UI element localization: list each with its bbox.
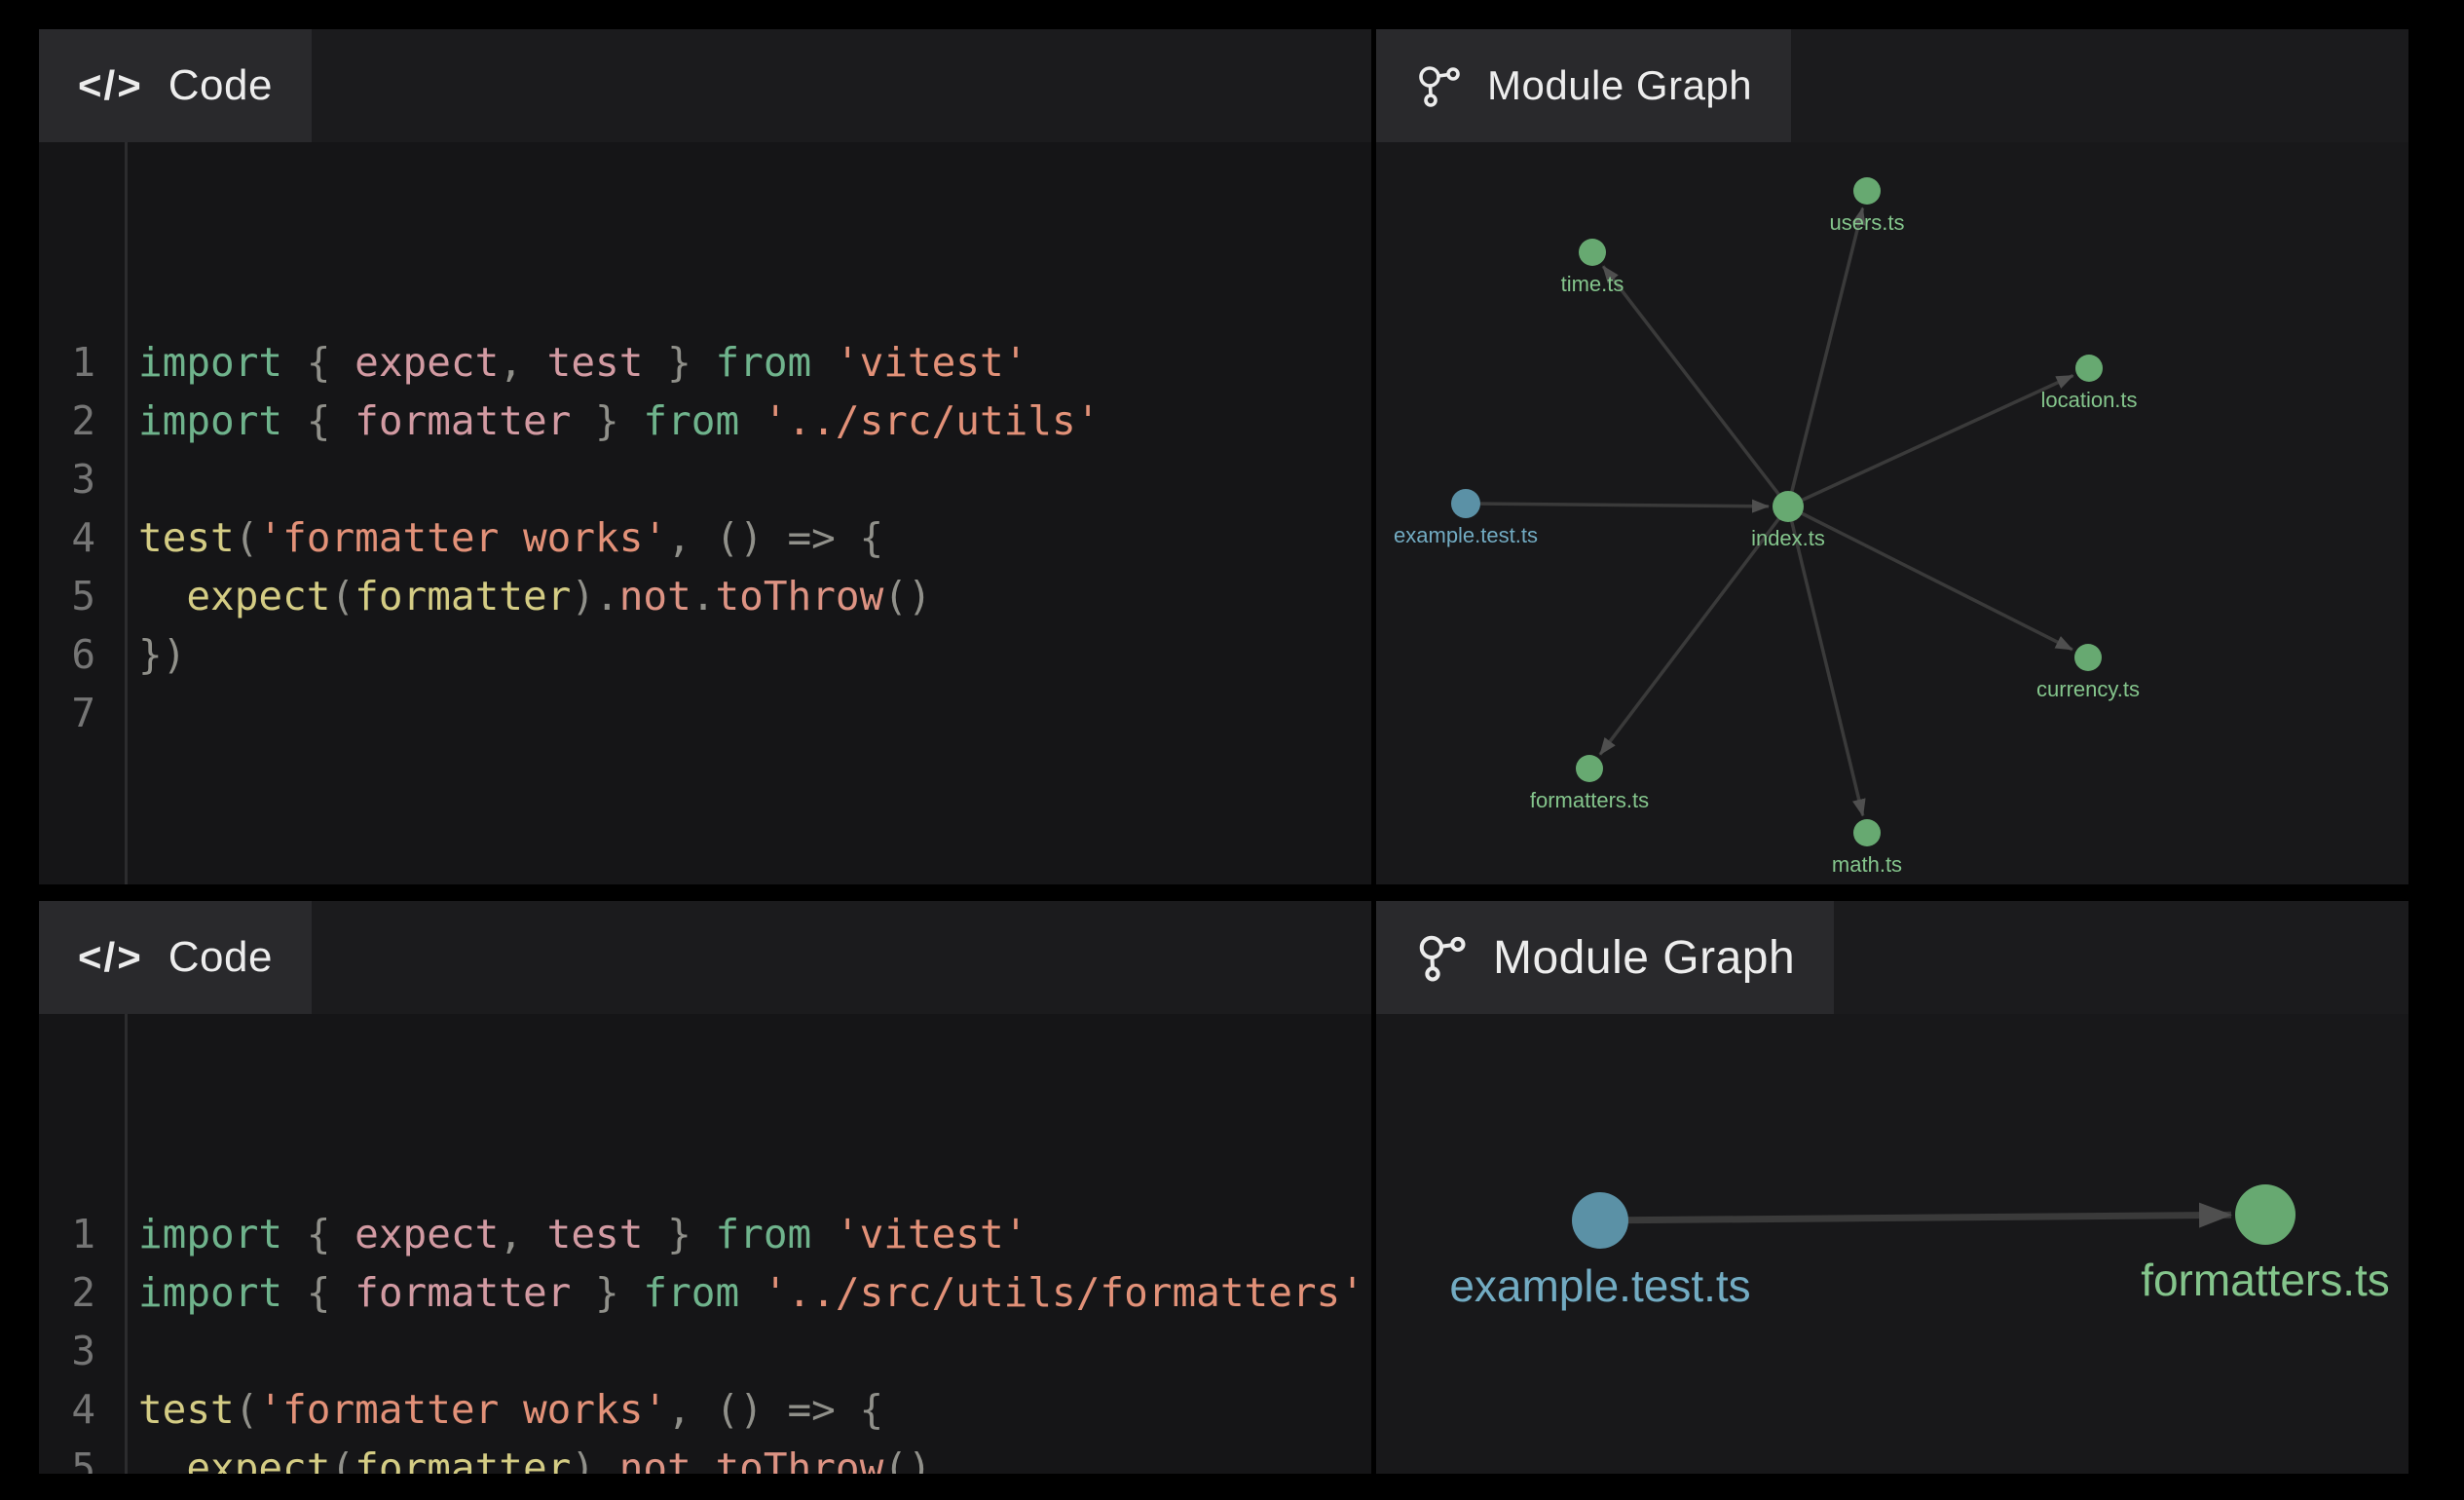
graph-node-currency-ts[interactable] xyxy=(2074,644,2102,671)
graph-node-label: math.ts xyxy=(1832,852,1902,877)
module-graph-panel-top: Module Graph users.ts time.ts location.ts e… xyxy=(1376,29,2408,884)
graph-node-label: formatters.ts xyxy=(1530,788,1649,812)
code-panel-top-header: </> Code xyxy=(39,29,1371,142)
graph-node-label: location.ts xyxy=(2040,388,2137,412)
graph-edge xyxy=(1788,376,2073,506)
graph-node-example-test-ts[interactable] xyxy=(1451,489,1480,518)
line-number: 5 xyxy=(39,1439,115,1474)
line-number: 2 xyxy=(39,1263,115,1322)
graph-node-location-ts[interactable] xyxy=(2075,355,2103,382)
line-number: 2 xyxy=(39,392,115,450)
tab-module-graph-bottom[interactable]: Module Graph xyxy=(1376,901,1834,1014)
graph-edge xyxy=(1603,266,1788,506)
gutter-separator xyxy=(125,142,128,884)
graph-edge xyxy=(1466,504,1769,506)
code-line-content: expect(formatter).not.toThrow() xyxy=(115,567,932,625)
graph-node-formatters-ts[interactable] xyxy=(1576,755,1603,782)
module-graph-title: Module Graph xyxy=(1487,62,1752,109)
graph-node-label: index.ts xyxy=(1751,526,1825,550)
line-number: 3 xyxy=(39,450,115,508)
line-number: 6 xyxy=(39,625,115,684)
graph-node-label: users.ts xyxy=(1829,210,1904,235)
code-editor-top: 1import { expect, test } from 'vitest'2i… xyxy=(39,142,1371,884)
code-line-content: import { expect, test } from 'vitest' xyxy=(115,1205,1027,1263)
line-number: 4 xyxy=(39,1380,115,1439)
code-line: 4test('formatter works', () => { xyxy=(39,508,1371,567)
code-line: 5 expect(formatter).not.toThrow() xyxy=(39,567,1371,625)
code-line: 1import { expect, test } from 'vitest' xyxy=(39,1205,1371,1263)
graph-node-math-ts[interactable] xyxy=(1853,819,1881,846)
module-graph-panel-bottom: Module Graph example.test.ts formatters.t… xyxy=(1376,901,2408,1474)
code-panel-title: Code xyxy=(168,61,273,110)
graph-node-label: time.ts xyxy=(1561,272,1624,296)
tab-code-bottom[interactable]: </> Code xyxy=(39,901,312,1014)
line-number: 1 xyxy=(39,1205,115,1263)
code-line: 3 xyxy=(39,450,1371,508)
code-line-content: test('formatter works', () => { xyxy=(115,1380,883,1439)
graph-node-time-ts[interactable] xyxy=(1579,239,1606,266)
code-line-content: import { formatter } from '../src/utils/… xyxy=(115,1263,1364,1322)
code-line-content: test('formatter works', () => { xyxy=(115,508,883,567)
code-editor-bottom: 1import { expect, test } from 'vitest'2i… xyxy=(39,1014,1371,1474)
graph-node-formatters-ts[interactable] xyxy=(2235,1184,2296,1245)
graph-edge xyxy=(1600,1215,2231,1220)
code-line: 5 expect(formatter).not.toThrow() xyxy=(39,1439,1371,1474)
code-line: 1import { expect, test } from 'vitest' xyxy=(39,333,1371,392)
gutter-separator xyxy=(125,1014,128,1474)
graph-node-example-test-ts[interactable] xyxy=(1572,1192,1628,1249)
code-line: 6}) xyxy=(39,625,1371,684)
module-graph-icon xyxy=(1415,931,1468,984)
code-panel-bottom: </> Code 1import { expect, test } from '… xyxy=(39,901,1371,1474)
module-graph-top-header: Module Graph xyxy=(1376,29,2408,142)
graph-node-label: example.test.ts xyxy=(1449,1260,1750,1311)
module-graph-title: Module Graph xyxy=(1493,931,1795,985)
code-line: 4test('formatter works', () => { xyxy=(39,1380,1371,1439)
line-number: 5 xyxy=(39,567,115,625)
line-number: 3 xyxy=(39,1322,115,1380)
code-line: 3 xyxy=(39,1322,1371,1380)
code-line: 7 xyxy=(39,684,1371,742)
graph-node-label: example.test.ts xyxy=(1394,523,1538,547)
graph-edge xyxy=(1788,506,1863,816)
code-line-content: expect(formatter).not.toThrow() xyxy=(115,1439,932,1474)
module-graph-canvas-bottom[interactable]: example.test.ts formatters.ts xyxy=(1376,1014,2408,1474)
code-line-content: import { expect, test } from 'vitest' xyxy=(115,333,1027,392)
code-panel-top: </> Code 1import { expect, test } from '… xyxy=(39,29,1371,884)
tab-code-top[interactable]: </> Code xyxy=(39,29,312,142)
code-icon: </> xyxy=(78,62,143,109)
code-line: 2import { formatter } from '../src/utils… xyxy=(39,392,1371,450)
module-graph-icon xyxy=(1415,62,1462,109)
code-panel-title: Code xyxy=(168,933,273,982)
module-graph-bottom-header: Module Graph xyxy=(1376,901,2408,1014)
line-number: 4 xyxy=(39,508,115,567)
graph-node-label: currency.ts xyxy=(2036,677,2140,701)
code-panel-bottom-header: </> Code xyxy=(39,901,1371,1014)
code-icon: </> xyxy=(78,934,143,981)
tab-module-graph-top[interactable]: Module Graph xyxy=(1376,29,1791,142)
line-number: 1 xyxy=(39,333,115,392)
page: </> Code 1import { expect, test } from '… xyxy=(0,0,2464,1500)
module-graph-canvas-top[interactable]: users.ts time.ts location.ts example.test.t… xyxy=(1376,142,2408,884)
code-line: 2import { formatter } from '../src/utils… xyxy=(39,1263,1371,1322)
graph-node-users-ts[interactable] xyxy=(1853,177,1881,205)
module-graph-svg: example.test.ts formatters.ts xyxy=(1376,1014,2408,1474)
line-number: 7 xyxy=(39,684,115,742)
module-graph-svg: users.ts time.ts location.ts example.test.t… xyxy=(1376,142,2408,884)
graph-node-index-ts[interactable] xyxy=(1773,491,1804,522)
graph-edge xyxy=(1788,207,1863,506)
graph-edge xyxy=(1788,506,2072,650)
code-line-content: import { formatter } from '../src/utils' xyxy=(115,392,1100,450)
graph-node-label: formatters.ts xyxy=(2141,1255,2390,1305)
